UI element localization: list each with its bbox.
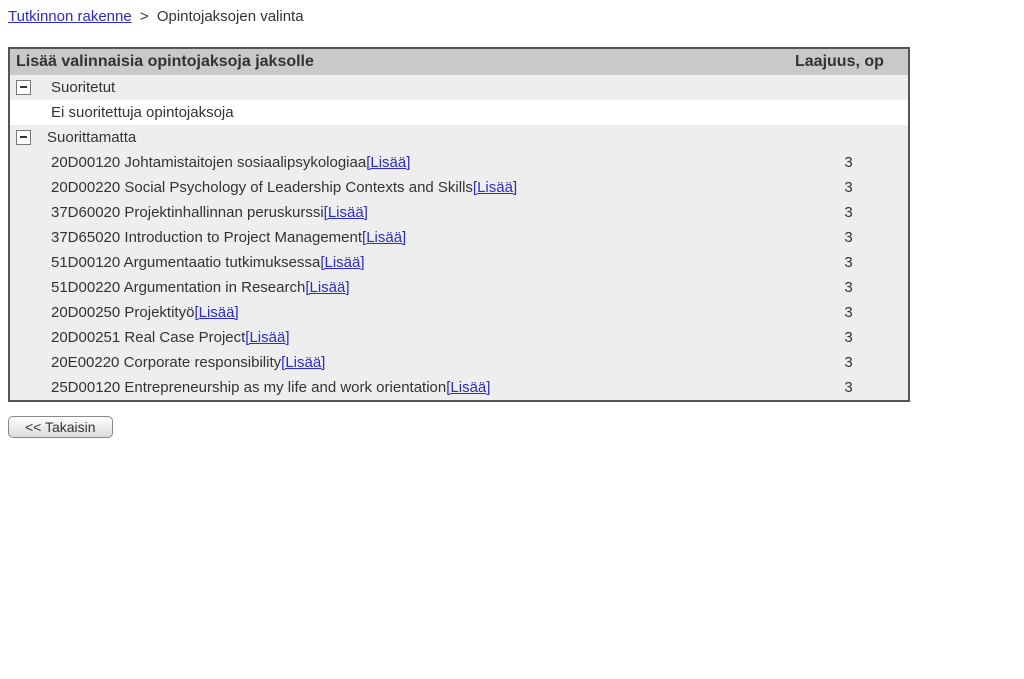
- credits-cell: 3: [789, 375, 909, 401]
- add-link[interactable]: [Lisää]: [281, 354, 325, 371]
- course-name-cell: 20D00251 Real Case Project[Lisää]: [45, 325, 789, 350]
- course-name: 20D00220 Social Psychology of Leadership…: [51, 179, 473, 196]
- course-name: 20E00220 Corporate responsibility: [51, 354, 281, 371]
- course-name: 20D00250 Projektityö: [51, 304, 194, 321]
- course-name-cell: 51D00120 Argumentaatio tutkimuksessa[Lis…: [45, 250, 789, 275]
- credits-cell: 3: [789, 225, 909, 250]
- add-link[interactable]: [Lisää]: [245, 329, 289, 346]
- collapse-icon[interactable]: [16, 130, 31, 145]
- table-row: 51D00220 Argumentation in Research[Lisää…: [9, 275, 909, 300]
- course-name-cell: 20E00220 Corporate responsibility[Lisää]: [45, 350, 789, 375]
- back-button[interactable]: << Takaisin: [8, 416, 113, 438]
- add-link[interactable]: [Lisää]: [362, 229, 406, 246]
- table-row: 51D00120 Argumentaatio tutkimuksessa[Lis…: [9, 250, 909, 275]
- add-link[interactable]: [Lisää]: [305, 279, 349, 296]
- add-link[interactable]: [Lisää]: [366, 154, 410, 171]
- credits-cell: 3: [789, 350, 909, 375]
- course-name: 25D00120 Entrepreneurship as my life and…: [51, 379, 446, 396]
- table-row: 20D00250 Projektityö[Lisää]3: [9, 300, 909, 325]
- course-table: Lisää valinnaisia opintojaksoja jaksolle…: [8, 47, 910, 402]
- credits-cell: 3: [789, 175, 909, 200]
- course-name-cell: 25D00120 Entrepreneurship as my life and…: [45, 375, 789, 401]
- credits-cell: 3: [789, 150, 909, 175]
- breadcrumb-separator: >: [136, 8, 153, 25]
- credits-cell: [789, 125, 909, 150]
- breadcrumb-link[interactable]: Tutkinnon rakenne: [8, 8, 132, 25]
- course-name: 20D00251 Real Case Project: [51, 329, 245, 346]
- course-name-cell: 20D00220 Social Psychology of Leadership…: [45, 175, 789, 200]
- add-link[interactable]: [Lisää]: [446, 379, 490, 396]
- table-row: 20D00220 Social Psychology of Leadership…: [9, 175, 909, 200]
- credits-cell: [789, 75, 909, 100]
- credits-cell: 3: [789, 300, 909, 325]
- collapse-icon[interactable]: [16, 80, 31, 95]
- table-row: 20E00220 Corporate responsibility[Lisää]…: [9, 350, 909, 375]
- credits-cell: 3: [789, 325, 909, 350]
- credits-cell: 3: [789, 250, 909, 275]
- add-link[interactable]: [Lisää]: [320, 254, 364, 271]
- header-credits: Laajuus, op: [789, 48, 909, 75]
- table-row: 25D00120 Entrepreneurship as my life and…: [9, 375, 909, 401]
- course-name: 51D00120 Argumentaatio tutkimuksessa: [51, 254, 320, 271]
- section-label-completed: Suoritetut: [45, 75, 789, 100]
- section-row-completed: Suoritetut: [9, 75, 909, 100]
- table-row: 37D60020 Projektinhallinnan peruskurssi[…: [9, 200, 909, 225]
- course-name: 20D00120 Johtamistaitojen sosiaalipsykol…: [51, 154, 366, 171]
- table-row: 20D00120 Johtamistaitojen sosiaalipsykol…: [9, 150, 909, 175]
- add-link[interactable]: [Lisää]: [194, 304, 238, 321]
- breadcrumb-current: Opintojaksojen valinta: [157, 8, 304, 25]
- course-name-cell: 51D00220 Argumentation in Research[Lisää…: [45, 275, 789, 300]
- table-row: 20D00251 Real Case Project[Lisää]3: [9, 325, 909, 350]
- section-row-pending: Suorittamatta: [9, 125, 909, 150]
- no-completed-row: Ei suoritettuja opintojaksoja: [9, 100, 909, 125]
- course-name-cell: 37D65020 Introduction to Project Managem…: [45, 225, 789, 250]
- no-completed-text: Ei suoritettuja opintojaksoja: [45, 100, 789, 125]
- course-name-cell: 20D00250 Projektityö[Lisää]: [45, 300, 789, 325]
- breadcrumb: Tutkinnon rakenne > Opintojaksojen valin…: [8, 4, 1016, 47]
- course-name: 37D65020 Introduction to Project Managem…: [51, 229, 362, 246]
- header-title: Lisää valinnaisia opintojaksoja jaksolle: [9, 48, 789, 75]
- course-name: 37D60020 Projektinhallinnan peruskurssi: [51, 204, 324, 221]
- credits-cell: 3: [789, 200, 909, 225]
- course-name-cell: 37D60020 Projektinhallinnan peruskurssi[…: [45, 200, 789, 225]
- add-link[interactable]: [Lisää]: [473, 179, 517, 196]
- credits-cell: 3: [789, 275, 909, 300]
- add-link[interactable]: [Lisää]: [324, 204, 368, 221]
- table-row: 37D65020 Introduction to Project Managem…: [9, 225, 909, 250]
- section-label-pending: Suorittamatta: [45, 125, 789, 150]
- course-name: 51D00220 Argumentation in Research: [51, 279, 305, 296]
- course-name-cell: 20D00120 Johtamistaitojen sosiaalipsykol…: [45, 150, 789, 175]
